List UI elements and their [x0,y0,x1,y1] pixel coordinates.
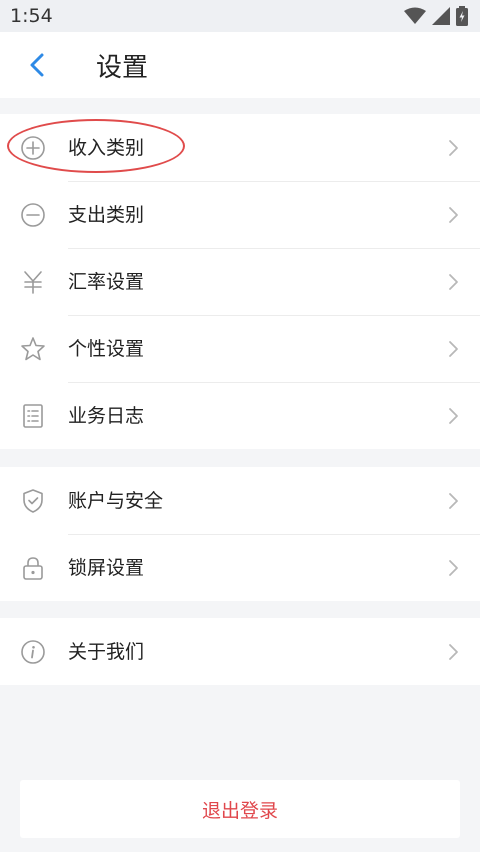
battery-icon [456,6,468,26]
menu-item-label: 支出类别 [68,204,145,226]
settings-group-1: 收入类别 支出类别 汇率设置 个性设置 业务日志 [0,114,480,449]
lock-icon [23,557,43,580]
chevron-right-icon [449,341,458,357]
menu-item-business-log[interactable]: 业务日志 [0,382,480,449]
plus-circle-icon [21,136,45,160]
logout-button[interactable]: 退出登录 [20,780,460,838]
page-title: 设置 [96,53,149,83]
chevron-right-icon [449,644,458,660]
menu-item-label: 收入类别 [68,137,145,159]
chevron-left-icon [30,53,44,77]
status-bar: 1:54 [0,0,480,32]
logout-label: 退出登录 [201,799,278,822]
chevron-right-icon [449,207,458,223]
menu-item-label: 汇率设置 [68,271,145,293]
settings-group-2: 账户与安全 锁屏设置 [0,467,480,601]
menu-item-label: 个性设置 [68,338,145,360]
back-button[interactable] [20,49,56,81]
status-icons [404,6,468,26]
status-time: 1:54 [10,5,53,27]
settings-group-3: 关于我们 [0,618,480,685]
star-outline-icon [21,337,45,361]
yen-icon [24,271,42,294]
chevron-right-icon [449,408,458,424]
chevron-right-icon [449,560,458,576]
menu-item-lock-screen[interactable]: 锁屏设置 [0,534,480,601]
menu-item-expense-category[interactable]: 支出类别 [0,181,480,248]
menu-item-label: 业务日志 [68,405,145,427]
chevron-right-icon [449,140,458,156]
menu-item-exchange-rate[interactable]: 汇率设置 [0,248,480,315]
chevron-right-icon [449,493,458,509]
info-circle-icon [21,640,45,664]
wifi-icon [404,7,426,24]
chevron-right-icon [449,274,458,290]
shield-check-icon [23,489,43,513]
menu-item-label: 锁屏设置 [68,557,145,579]
minus-circle-icon [21,203,45,227]
menu-item-income-category[interactable]: 收入类别 [0,114,480,181]
app-header: 设置 [0,32,480,98]
menu-item-personalization[interactable]: 个性设置 [0,315,480,382]
menu-item-label: 关于我们 [68,641,145,663]
cell-signal-icon [432,7,450,25]
list-document-icon [23,404,43,428]
menu-item-label: 账户与安全 [68,490,164,512]
menu-item-about-us[interactable]: 关于我们 [0,618,480,685]
menu-item-account-security[interactable]: 账户与安全 [0,467,480,534]
